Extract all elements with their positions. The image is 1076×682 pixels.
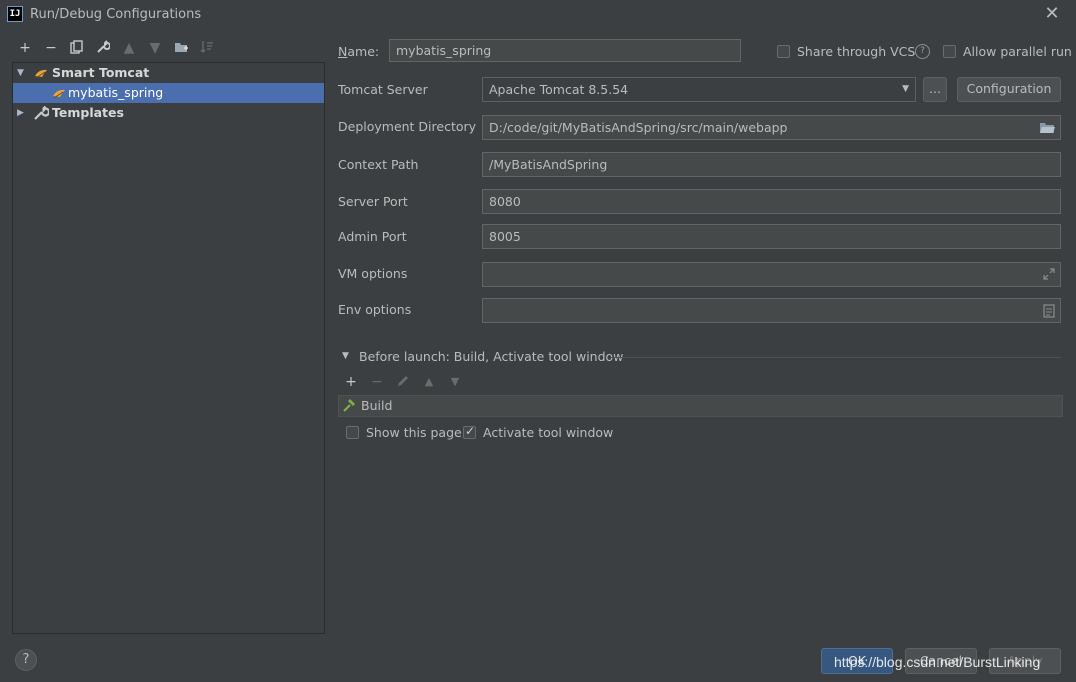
edit-task-icon — [394, 374, 412, 390]
wrench-icon — [34, 105, 49, 120]
name-label: Name: — [338, 44, 380, 59]
add-icon[interactable]: + — [16, 40, 34, 56]
activate-tool-window-label: Activate tool window — [483, 425, 614, 440]
tomcat-server-label: Tomcat Server — [338, 82, 428, 97]
remove-icon[interactable]: − — [42, 40, 60, 56]
sort-icon — [198, 40, 216, 56]
collapse-arrow-icon[interactable]: ▶ — [17, 103, 24, 123]
help-button[interactable]: ? — [15, 649, 37, 671]
wrench-icon[interactable] — [94, 40, 112, 56]
tree-label-group: Smart Tomcat — [52, 65, 150, 80]
share-vcs-checkbox[interactable] — [777, 45, 790, 58]
before-launch-task-list[interactable]: Build — [338, 395, 1063, 417]
server-port-label: Server Port — [338, 194, 408, 209]
move-down-icon: ▼ — [149, 40, 161, 56]
checkmark-icon: ✓ — [465, 424, 476, 438]
admin-port-input[interactable] — [482, 224, 1061, 249]
collapse-section-icon[interactable]: ▼ — [342, 351, 349, 361]
watermark-text: https://blog.csdn.net/BurstLinking — [834, 654, 1041, 670]
tomcat-icon — [35, 69, 47, 79]
window-title: Run/Debug Configurations — [30, 7, 202, 22]
copy-icon[interactable] — [68, 40, 86, 56]
tree-item-smart-tomcat[interactable]: ▼ Smart Tomcat — [13, 63, 324, 83]
tree-label-config: mybatis_spring — [68, 85, 164, 100]
chevron-down-icon: ▼ — [902, 84, 909, 94]
context-path-input[interactable] — [482, 152, 1061, 177]
context-path-label: Context Path — [338, 157, 419, 172]
move-task-up-icon: ▲ — [424, 375, 434, 388]
expand-icon[interactable] — [1043, 268, 1055, 280]
section-divider — [610, 357, 1061, 358]
title-bar: IJ Run/Debug Configurations ✕ — [0, 0, 1076, 30]
vm-options-field[interactable] — [482, 262, 1061, 287]
tree-item-mybatis-spring[interactable]: mybatis_spring — [13, 83, 324, 103]
deployment-directory-value: D:/code/git/MyBatisAndSpring/src/main/we… — [489, 120, 788, 135]
hammer-icon — [343, 399, 355, 412]
close-icon[interactable]: ✕ — [1042, 4, 1062, 24]
folder-icon[interactable] — [1039, 121, 1055, 134]
configuration-button[interactable]: Configuration — [957, 77, 1061, 102]
expand-arrow-icon[interactable]: ▼ — [17, 63, 24, 83]
tree-label-templates: Templates — [52, 105, 124, 120]
deployment-directory-field[interactable]: D:/code/git/MyBatisAndSpring/src/main/we… — [482, 115, 1061, 140]
env-options-label: Env options — [338, 302, 412, 317]
allow-parallel-checkbox[interactable] — [943, 45, 956, 58]
vm-options-label: VM options — [338, 266, 408, 281]
show-page-label: Show this page — [366, 425, 462, 440]
tree-item-templates[interactable]: ▶ Templates — [13, 103, 324, 123]
share-vcs-label: Share through VCS — [797, 44, 916, 59]
admin-port-label: Admin Port — [338, 229, 407, 244]
document-icon[interactable] — [1043, 304, 1055, 318]
move-up-icon: ▲ — [123, 40, 135, 56]
show-page-checkbox[interactable] — [346, 426, 359, 439]
configuration-tree[interactable]: ▼ Smart Tomcat mybatis_spring ▶ Template… — [12, 62, 325, 634]
tomcat-server-select[interactable]: Apache Tomcat 8.5.54 ▼ — [482, 77, 916, 102]
browse-server-button[interactable]: ... — [923, 77, 947, 102]
help-circle-icon[interactable]: ? — [915, 44, 930, 59]
tomcat-server-value: Apache Tomcat 8.5.54 — [489, 82, 629, 97]
allow-parallel-label: Allow parallel run — [963, 44, 1072, 59]
before-launch-title[interactable]: Before launch: Build, Activate tool wind… — [359, 349, 623, 364]
remove-task-icon: − — [371, 374, 383, 390]
tomcat-icon — [53, 89, 65, 99]
intellij-app-icon: IJ — [7, 6, 23, 22]
server-port-input[interactable] — [482, 189, 1061, 214]
add-task-icon[interactable]: + — [342, 374, 360, 390]
move-task-down-icon: ▼ — [450, 375, 460, 388]
name-input[interactable] — [389, 39, 741, 62]
activate-tool-window-checkbox[interactable]: ✓ — [463, 424, 476, 439]
task-label: Build — [361, 398, 393, 413]
task-row-build[interactable]: Build — [339, 396, 1062, 416]
env-options-field[interactable] — [482, 298, 1061, 323]
folder-add-icon[interactable] — [172, 40, 190, 56]
deployment-directory-label: Deployment Directory — [338, 119, 477, 134]
